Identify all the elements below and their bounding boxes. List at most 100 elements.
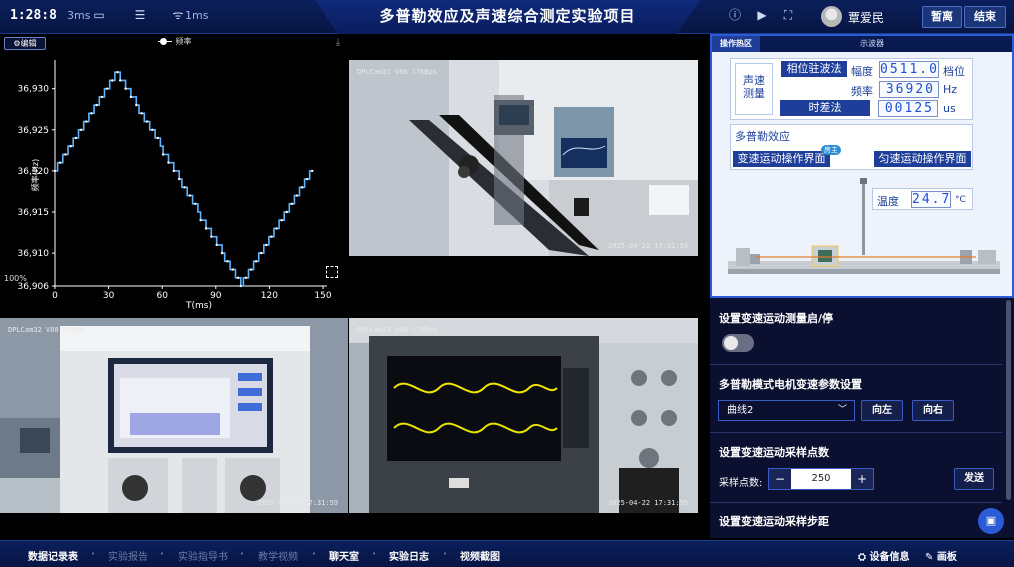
sample-count-label: 采样点数: [719, 478, 763, 489]
data-point [95, 103, 98, 107]
camera-3-timestamp: 2025-04-22 17:31:59 [607, 499, 688, 507]
data-point [111, 79, 114, 82]
data-point [244, 276, 248, 279]
camera-feed-1[interactable]: DPLCam31 V88 17KBps 2025-04-22 17:31:59 [349, 60, 698, 256]
frequency-line-chart: 36,90636,91036,91536,92036,92536,9300 30 6… [18, 60, 332, 311]
help-icon[interactable]: ⓘ [728, 8, 742, 22]
decrement-button[interactable]: − [769, 469, 791, 489]
data-point [215, 243, 218, 247]
camera-icon[interactable]: ▶ [755, 8, 769, 22]
nav-screenshot[interactable]: 视频截图 [460, 548, 500, 563]
section-measure-toggle-title: 设置变速运动测量启/停 [719, 312, 834, 325]
data-point [156, 136, 159, 140]
y-axis-label: 频率(Hz) [30, 159, 40, 191]
toggle-knob [724, 336, 738, 350]
end-button[interactable]: 结束 [964, 6, 1006, 28]
data-point [239, 284, 243, 288]
camera-feed-2-image [0, 318, 348, 513]
host-badge: 房主 [821, 145, 841, 155]
time-diff-button[interactable]: 时差法 [780, 100, 870, 116]
nav-chat[interactable]: 聊天室 [329, 548, 359, 563]
data-point [53, 169, 57, 173]
sample-count-stepper: − 250 + [768, 468, 874, 490]
fullscreen-icon[interactable]: ⛶ [781, 8, 795, 22]
monitor-icon[interactable]: ▭ [92, 8, 106, 22]
x-tick-label: 150 [314, 291, 331, 301]
data-point [167, 161, 170, 164]
sample-count-value[interactable]: 250 [791, 469, 851, 489]
time-diff-display: 00125 [878, 100, 938, 117]
move-left-button[interactable]: 向左 [861, 400, 903, 421]
data-point [265, 243, 268, 247]
pause-button[interactable]: 暂离 [922, 6, 962, 28]
latency-readout-1: 3ms [67, 9, 91, 22]
avatar[interactable] [821, 6, 842, 27]
data-point [124, 87, 127, 90]
list-icon[interactable]: ☰ [133, 8, 147, 22]
data-point [199, 219, 202, 222]
camera-2-label: DPLCam32 V88 8KBps [8, 326, 84, 334]
data-point [249, 268, 253, 271]
y-tick-label: 36,930 [18, 85, 50, 95]
settings-scrollbar[interactable] [1002, 298, 1014, 538]
data-point [236, 276, 240, 279]
x-tick-label: 90 [210, 291, 222, 301]
data-point [210, 235, 213, 238]
scrollbar-thumb[interactable] [1006, 300, 1011, 500]
data-point [183, 186, 186, 189]
frequency-label: 频率 [851, 85, 873, 98]
data-point [90, 112, 93, 115]
expand-icon[interactable] [326, 266, 338, 278]
frequency-display: 36920 [879, 81, 939, 98]
doppler-label: 多普勒效应 [735, 130, 790, 143]
device-info-button[interactable]: ⛭ 设备信息 [858, 548, 909, 563]
tab-operation-zone[interactable]: 操作热区 [712, 36, 760, 52]
camera-feed-3[interactable]: DPLCam33 V88 17KBps 2025-04-22 17:31:59 [349, 318, 698, 513]
send-button[interactable]: 发送 [954, 468, 994, 490]
curve-select[interactable]: 曲线2 ﹀ [718, 400, 855, 421]
data-point [119, 79, 122, 82]
data-point [226, 260, 229, 263]
doppler-box: 多普勒效应 变速运动操作界面 房主 匀速运动操作界面 [730, 124, 973, 170]
chat-fab-icon[interactable]: ▣ [978, 508, 1004, 534]
measure-toggle[interactable] [722, 334, 754, 352]
move-right-button[interactable]: 向右 [912, 400, 954, 421]
divider [710, 502, 1002, 503]
tab-oscilloscope[interactable]: 示波器 [852, 36, 892, 52]
data-point [69, 145, 72, 148]
phase-method-button[interactable]: 相位驻波法 [781, 61, 847, 77]
sound-speed-label: 声速 测量 [735, 63, 773, 115]
nav-video[interactable]: 教学视频 [258, 548, 298, 563]
signal-icon: ᯤ [172, 8, 184, 22]
canvas-button[interactable]: ✎ 画板 [925, 548, 957, 563]
increment-button[interactable]: + [851, 469, 873, 489]
data-point [204, 227, 208, 230]
uniform-motion-ui-button[interactable]: 匀速运动操作界面 [874, 151, 971, 167]
variable-motion-ui-button[interactable]: 变速运动操作界面 [733, 151, 830, 167]
nav-data-table[interactable]: 数据记录表 [28, 548, 78, 563]
session-timer: 1:28:8 [10, 8, 57, 23]
x-axis-label: T(ms) [185, 301, 212, 311]
data-point [129, 95, 133, 99]
frequency-unit: Hz [943, 83, 958, 96]
zoom-level: 100% [4, 274, 27, 283]
x-tick-label: 30 [103, 291, 115, 301]
data-point [305, 177, 309, 181]
nav-log[interactable]: 实验日志 [389, 548, 429, 563]
y-tick-label: 36,915 [18, 208, 50, 218]
data-point [140, 112, 143, 115]
data-point [135, 103, 138, 107]
divider [710, 364, 1002, 365]
data-point [64, 153, 67, 156]
nav-guide[interactable]: 实验指导书 [178, 548, 228, 563]
frequency-series-line [55, 71, 313, 287]
chevron-down-icon: ﹀ [837, 405, 847, 415]
data-point [280, 219, 283, 222]
data-point [161, 153, 165, 156]
top-bar: 1:28:8 3ms ▭ ☰ ᯤ 1ms 多普勒效应及声速综合测定实验项目 ⓘ … [0, 0, 1014, 34]
camera-feed-2[interactable]: DPLCam32 V88 8KBps 2025-04-22 17:31:59 [0, 318, 348, 513]
data-point [116, 71, 119, 74]
section-sample-count-title: 设置变速运动采样点数 [719, 446, 829, 459]
apparatus-diagram [728, 178, 1000, 274]
nav-report[interactable]: 实验报告 [108, 548, 148, 563]
